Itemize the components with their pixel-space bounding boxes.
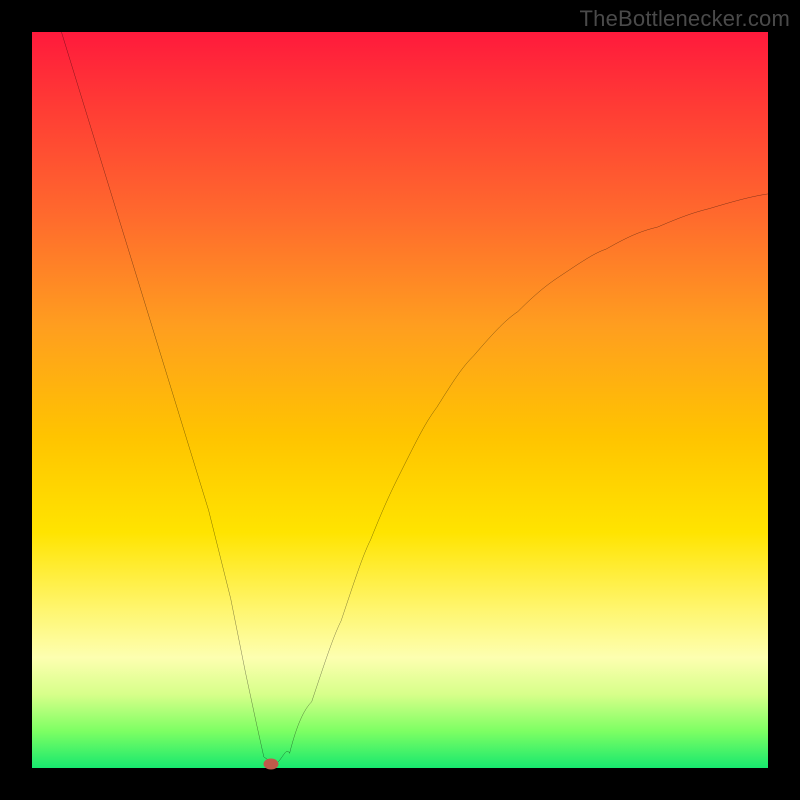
attribution-text: TheBottlenecker.com (580, 6, 790, 32)
optimal-marker (264, 758, 279, 769)
chart-frame: TheBottlenecker.com (0, 0, 800, 800)
plot-area (32, 32, 768, 768)
bottleneck-curve (61, 32, 768, 764)
curve-svg (32, 32, 768, 768)
